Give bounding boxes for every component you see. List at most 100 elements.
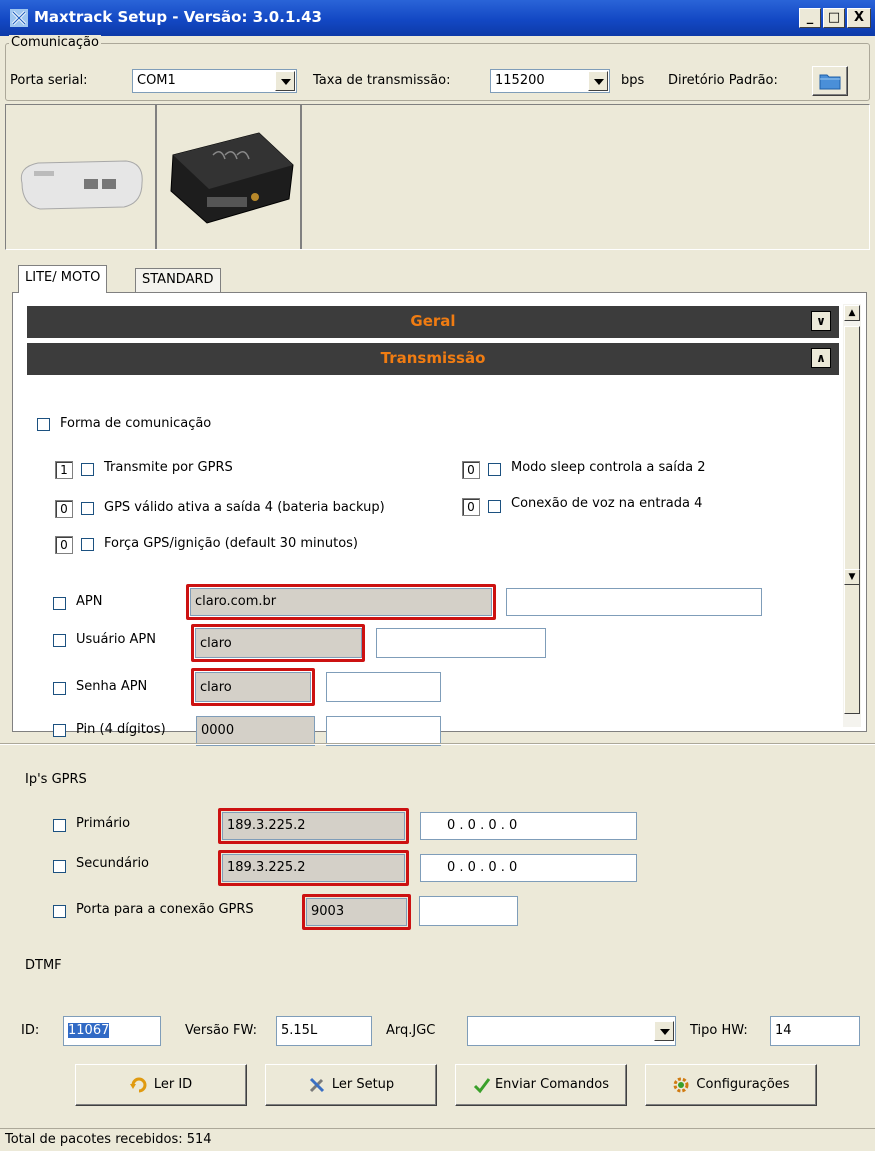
serial-port-select[interactable]: COM1 bbox=[132, 69, 297, 93]
tipo-hw-field[interactable]: 14 bbox=[770, 1016, 860, 1046]
ler-setup-button[interactable]: Ler Setup bbox=[265, 1064, 437, 1106]
id-value: 11067 bbox=[68, 1023, 110, 1038]
secundario-new-ip-field[interactable]: 0 . 0 . 0 . 0 bbox=[420, 854, 637, 882]
highlight-box bbox=[191, 624, 365, 662]
device-item-white[interactable] bbox=[6, 105, 157, 249]
section-header-transmissao[interactable]: Transmissão ∧ bbox=[27, 343, 839, 375]
ler-id-button[interactable]: Ler ID bbox=[75, 1064, 247, 1106]
versao-fw-label: Versão FW: bbox=[185, 1023, 258, 1038]
sleep-num[interactable]: 0 bbox=[462, 461, 480, 479]
senha-apn-label: Senha APN bbox=[76, 679, 148, 694]
usuario-apn-label: Usuário APN bbox=[76, 632, 156, 647]
dtmf-label: DTMF bbox=[25, 958, 62, 973]
enviar-comandos-button[interactable]: Enviar Comandos bbox=[455, 1064, 627, 1106]
device-selector-panel bbox=[5, 104, 870, 250]
forma-comunicacao-label: Forma de comunicação bbox=[60, 416, 212, 431]
gps-num[interactable]: 0 bbox=[55, 500, 73, 518]
communication-legend: Comunicação bbox=[9, 35, 101, 50]
title-bar: Maxtrack Setup - Versão: 3.0.1.43 _ □ X bbox=[0, 0, 875, 36]
highlight-box bbox=[218, 850, 409, 886]
senha-apn-checkbox[interactable] bbox=[53, 682, 66, 695]
window-title: Maxtrack Setup - Versão: 3.0.1.43 bbox=[34, 8, 322, 26]
section-title-geral: Geral bbox=[410, 312, 456, 330]
gear-icon bbox=[673, 1077, 689, 1092]
porta-gprs-label: Porta para a conexão GPRS bbox=[76, 902, 254, 917]
gprs-label: Transmite por GPRS bbox=[104, 460, 233, 475]
device-item-black[interactable] bbox=[159, 105, 302, 249]
scroll-down-button[interactable]: ▼ bbox=[844, 569, 860, 585]
chevron-down-icon[interactable] bbox=[654, 1021, 674, 1041]
forca-num[interactable]: 0 bbox=[55, 536, 73, 554]
pin-label: Pin (4 dígitos) bbox=[76, 722, 166, 737]
pin-checkbox[interactable] bbox=[53, 724, 66, 737]
baud-rate-select[interactable]: 115200 bbox=[490, 69, 610, 93]
id-label: ID: bbox=[21, 1023, 40, 1038]
forca-checkbox[interactable] bbox=[81, 538, 94, 551]
tab-lite-moto[interactable]: LITE/ MOTO bbox=[18, 265, 108, 293]
enviar-comandos-label: Enviar Comandos bbox=[494, 1077, 610, 1092]
gprs-num[interactable]: 1 bbox=[55, 461, 73, 479]
senha-apn-new-field[interactable] bbox=[326, 672, 441, 702]
baud-rate-label: Taxa de transmissão: bbox=[313, 73, 451, 88]
ler-setup-label: Ler Setup bbox=[331, 1077, 395, 1092]
gprs-checkbox[interactable] bbox=[81, 463, 94, 476]
highlight-box bbox=[302, 894, 411, 930]
minimize-button[interactable]: _ bbox=[799, 8, 821, 28]
folder-icon bbox=[819, 74, 841, 90]
pin-current-field[interactable]: 0000 bbox=[196, 716, 315, 746]
arq-jgc-label: Arq.JGC bbox=[386, 1023, 436, 1038]
primario-new-ip-field[interactable]: 0 . 0 . 0 . 0 bbox=[420, 812, 637, 840]
porta-gprs-checkbox[interactable] bbox=[53, 905, 66, 918]
separator bbox=[0, 743, 875, 745]
secundario-checkbox[interactable] bbox=[53, 860, 66, 873]
scroll-up-button[interactable]: ▲ bbox=[844, 305, 860, 321]
default-directory-label: Diretório Padrão: bbox=[668, 73, 778, 88]
maximize-button[interactable]: □ bbox=[823, 8, 845, 28]
usuario-apn-checkbox[interactable] bbox=[53, 634, 66, 647]
configuracoes-button[interactable]: Configurações bbox=[645, 1064, 817, 1106]
forca-label: Força GPS/ignição (default 30 minutos) bbox=[104, 536, 359, 551]
expand-icon[interactable]: ∨ bbox=[811, 311, 831, 331]
baud-rate-value: 115200 bbox=[495, 73, 545, 88]
tools-icon bbox=[309, 1077, 324, 1092]
arq-jgc-select[interactable] bbox=[467, 1016, 676, 1046]
voz-num[interactable]: 0 bbox=[462, 498, 480, 516]
apn-new-field[interactable] bbox=[506, 588, 762, 616]
device-black-image bbox=[170, 132, 294, 224]
collapse-icon[interactable]: ∧ bbox=[811, 348, 831, 368]
sleep-checkbox[interactable] bbox=[488, 463, 501, 476]
gps-label: GPS válido ativa a saída 4 (bateria back… bbox=[104, 500, 385, 515]
section-header-geral[interactable]: Geral ∨ bbox=[27, 306, 839, 338]
primario-checkbox[interactable] bbox=[53, 819, 66, 832]
chevron-down-icon[interactable] bbox=[275, 71, 295, 91]
primario-label: Primário bbox=[76, 816, 131, 831]
default-directory-button[interactable] bbox=[812, 66, 848, 96]
checkmark-icon bbox=[473, 1077, 491, 1093]
apn-label: APN bbox=[76, 594, 103, 609]
chevron-down-icon[interactable] bbox=[588, 71, 608, 91]
pin-new-field[interactable] bbox=[326, 716, 441, 746]
configuracoes-label: Configurações bbox=[696, 1077, 790, 1092]
secundario-label: Secundário bbox=[76, 856, 150, 871]
gps-checkbox[interactable] bbox=[81, 502, 94, 515]
porta-gprs-new-field[interactable] bbox=[419, 896, 518, 926]
voz-label: Conexão de voz na entrada 4 bbox=[511, 496, 703, 511]
serial-port-value: COM1 bbox=[137, 73, 176, 88]
tipo-hw-label: Tipo HW: bbox=[690, 1023, 748, 1038]
ips-gprs-label: Ip's GPRS bbox=[25, 772, 87, 787]
scroll-thumb[interactable] bbox=[844, 326, 860, 714]
ler-id-label: Ler ID bbox=[153, 1077, 193, 1092]
usuario-apn-new-field[interactable] bbox=[376, 628, 546, 658]
sleep-label: Modo sleep controla a saída 2 bbox=[511, 460, 706, 475]
device-white-image bbox=[20, 160, 143, 210]
apn-checkbox[interactable] bbox=[53, 597, 66, 610]
tab-standard[interactable]: STANDARD bbox=[135, 268, 221, 292]
id-field[interactable]: 11067 bbox=[63, 1016, 161, 1046]
voz-checkbox[interactable] bbox=[488, 500, 501, 513]
versao-fw-field[interactable]: 5.15L bbox=[276, 1016, 372, 1046]
vertical-scrollbar[interactable]: ▲ ▼ bbox=[843, 304, 861, 727]
bps-label: bps bbox=[621, 73, 645, 88]
close-button[interactable]: X bbox=[847, 8, 871, 28]
highlight-box bbox=[218, 808, 409, 844]
forma-comunicacao-checkbox[interactable] bbox=[37, 418, 50, 431]
